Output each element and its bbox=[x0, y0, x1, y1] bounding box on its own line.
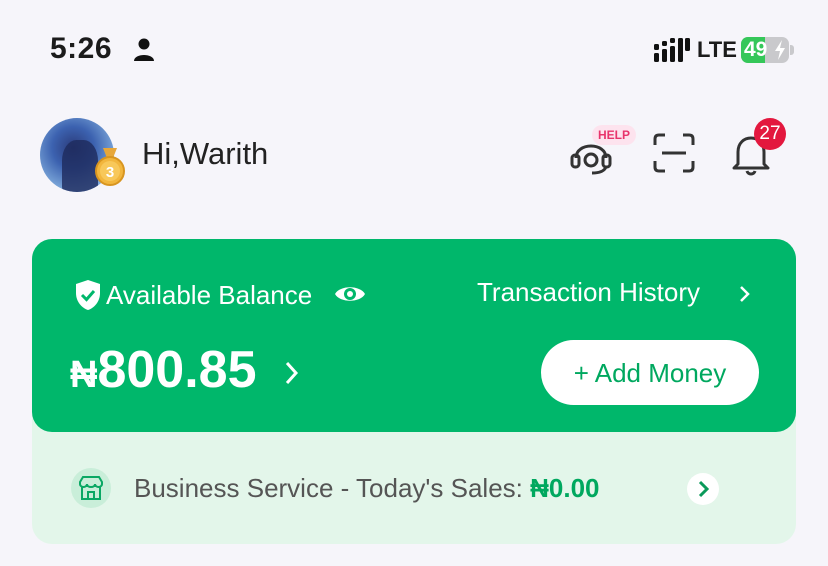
chevron-right-icon[interactable] bbox=[284, 360, 300, 386]
available-balance-label: Available Balance bbox=[106, 280, 313, 310]
charging-bolt-icon bbox=[775, 40, 785, 60]
signal-icon bbox=[654, 38, 690, 62]
chevron-right-icon[interactable] bbox=[738, 284, 752, 304]
greeting: Hi,Warith bbox=[142, 136, 269, 171]
battery-tip bbox=[790, 45, 794, 55]
eye-icon[interactable] bbox=[334, 282, 366, 306]
currency-symbol: ₦ bbox=[70, 354, 98, 396]
notification-badge[interactable]: 27 bbox=[754, 118, 786, 150]
medal-level: 3 bbox=[106, 164, 114, 181]
battery-icon: 49 bbox=[741, 37, 789, 63]
medal-icon: 3 bbox=[95, 148, 125, 186]
add-money-button[interactable]: + Add Money bbox=[541, 340, 759, 405]
shield-check-icon bbox=[76, 280, 100, 310]
scan-icon[interactable] bbox=[653, 133, 695, 173]
store-icon bbox=[71, 468, 111, 508]
chevron-right-icon bbox=[698, 480, 710, 498]
business-service-text: Business Service - Today's Sales: ₦0.00 bbox=[134, 473, 600, 504]
todays-sales-amount: ₦0.00 bbox=[530, 473, 600, 503]
balance-value: 800.85 bbox=[97, 341, 257, 399]
battery-level: 49 bbox=[744, 38, 768, 61]
transaction-history-link[interactable]: Transaction History bbox=[477, 277, 700, 308]
status-time: 5:26 bbox=[50, 32, 113, 65]
network-type: LTE bbox=[697, 37, 737, 62]
help-badge[interactable]: HELP bbox=[592, 125, 637, 145]
person-icon bbox=[134, 38, 154, 61]
business-label: Business Service - Today's Sales: bbox=[134, 473, 531, 503]
business-chevron-button[interactable] bbox=[687, 473, 719, 505]
balance-amount[interactable]: ₦800.85 bbox=[70, 340, 257, 400]
